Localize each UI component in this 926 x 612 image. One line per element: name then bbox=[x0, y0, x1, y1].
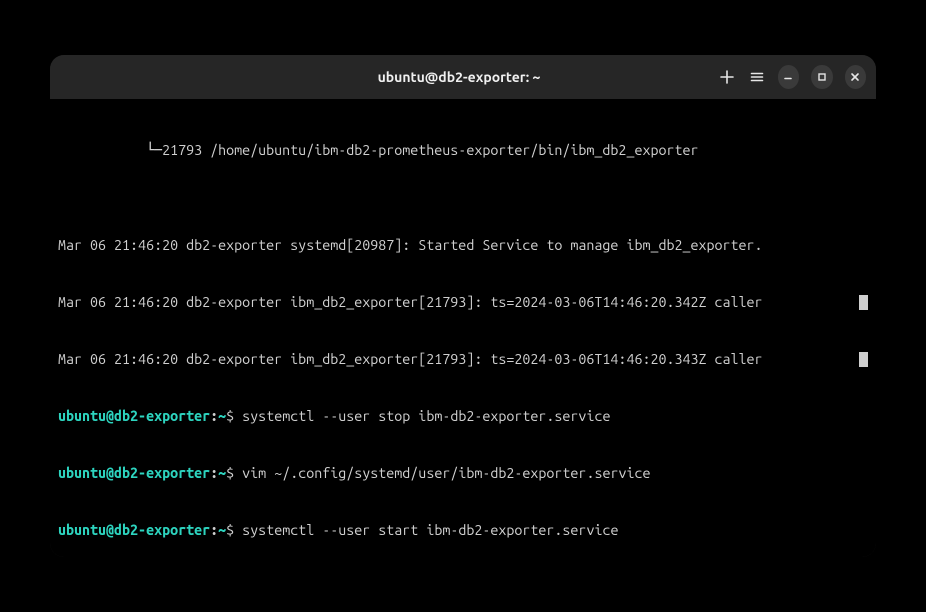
prompt-sigil: $ bbox=[226, 522, 242, 538]
output-line: Mar 06 21:46:20 db2-exporter ibm_db2_exp… bbox=[58, 350, 868, 369]
output-line: Mar 06 21:46:20 db2-exporter systemd[209… bbox=[58, 236, 868, 255]
output-line: Mar 06 21:46:20 db2-exporter ibm_db2_exp… bbox=[58, 293, 868, 312]
prompt-user: ubuntu@db2-exporter bbox=[58, 522, 210, 538]
maximize-icon bbox=[816, 71, 828, 83]
prompt-sigil: $ bbox=[226, 465, 242, 481]
prompt-user: ubuntu@db2-exporter bbox=[58, 465, 210, 481]
prompt-colon: : bbox=[210, 522, 218, 538]
hamburger-icon bbox=[749, 69, 765, 85]
minimize-icon bbox=[782, 71, 794, 83]
terminal-content[interactable]: └─21793 /home/ubuntu/ibm-db2-prometheus-… bbox=[50, 99, 876, 557]
maximize-button[interactable] bbox=[811, 65, 832, 89]
prompt-line: ubuntu@db2-exporter:~$ vim ~/.config/sys… bbox=[58, 464, 868, 483]
prompt-colon: : bbox=[210, 408, 218, 424]
command-text: systemctl --user stop ibm-db2-exporter.s… bbox=[242, 408, 610, 424]
command-text: systemctl --user start ibm-db2-exporter.… bbox=[242, 522, 618, 538]
close-icon bbox=[849, 71, 861, 83]
prompt-sigil: $ bbox=[226, 408, 242, 424]
titlebar-controls bbox=[718, 65, 866, 89]
minimize-button[interactable] bbox=[778, 65, 799, 89]
output-line: └─21793 /home/ubuntu/ibm-db2-prometheus-… bbox=[58, 141, 868, 160]
prompt-user: ubuntu@db2-exporter bbox=[58, 408, 210, 424]
new-tab-button[interactable] bbox=[718, 67, 736, 87]
prompt-line: ubuntu@db2-exporter:~$ systemctl --user … bbox=[58, 521, 868, 540]
plus-icon bbox=[719, 69, 735, 85]
prompt-path: ~ bbox=[218, 522, 226, 538]
terminal-window: ubuntu@db2-exporter: ~ └─21793 /home/ubu… bbox=[50, 55, 876, 557]
hamburger-menu-button[interactable] bbox=[748, 67, 766, 87]
prompt-line: ubuntu@db2-exporter:~$ systemctl --user … bbox=[58, 407, 868, 426]
prompt-path: ~ bbox=[218, 465, 226, 481]
close-button[interactable] bbox=[845, 65, 866, 89]
window-title: ubuntu@db2-exporter: ~ bbox=[200, 69, 718, 85]
command-text: vim ~/.config/systemd/user/ibm-db2-expor… bbox=[242, 465, 650, 481]
prompt-colon: : bbox=[210, 465, 218, 481]
titlebar: ubuntu@db2-exporter: ~ bbox=[50, 55, 876, 99]
prompt-path: ~ bbox=[218, 408, 226, 424]
